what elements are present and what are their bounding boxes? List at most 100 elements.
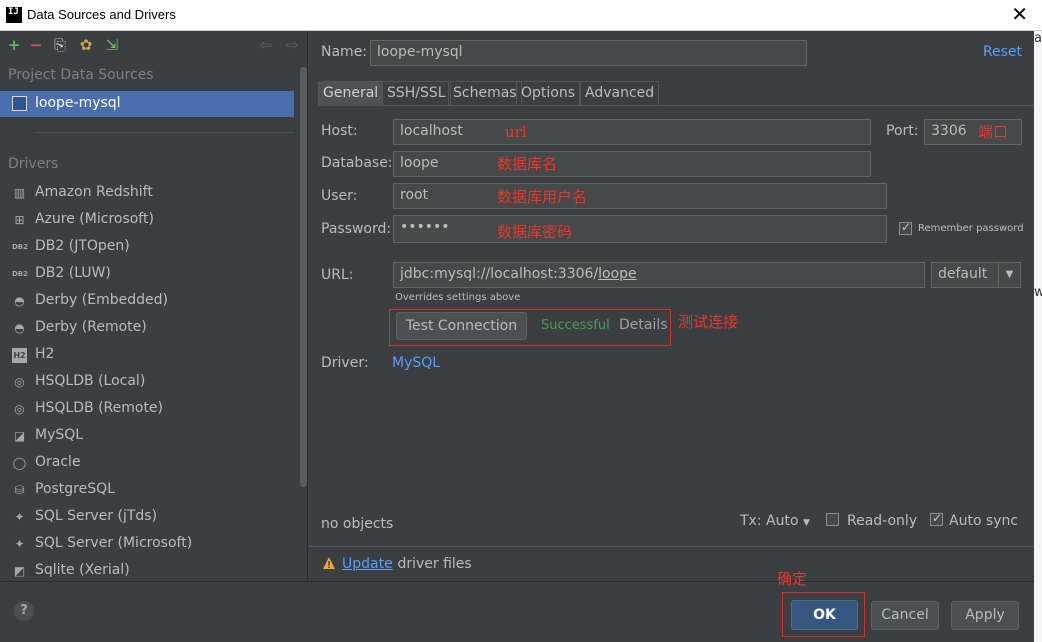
driver-label: Derby (Remote) (35, 319, 147, 335)
driver-item[interactable]: DB2 DB2 (LUW) (0, 261, 294, 288)
details-link[interactable]: Details (619, 317, 668, 333)
update-link[interactable]: Update (342, 556, 393, 572)
url-mode-select[interactable]: default ▼ (931, 262, 1021, 288)
host-input[interactable]: localhost (393, 119, 871, 145)
test-connection-button[interactable]: Test Connection (396, 312, 527, 340)
name-input[interactable]: loope-mysql (370, 40, 807, 66)
driver-icon: ✦ (14, 537, 25, 551)
driver-icon: ◪ (13, 429, 26, 443)
driver-icon: ◓ (14, 321, 25, 335)
driver-item[interactable]: ◯ Oracle (0, 450, 294, 477)
auto-sync-label: Auto sync (949, 513, 1019, 529)
driver-item[interactable]: ◓ Derby (Embedded) (0, 288, 294, 315)
title-bar: IJ Data Sources and Drivers ✕ (0, 0, 1042, 31)
ok-button[interactable]: OK (791, 600, 858, 630)
driver-label: Azure (Microsoft) (35, 211, 154, 227)
main-panel: Name: loope-mysql Reset General SSH/SSL … (309, 31, 1034, 581)
driver-item[interactable]: ⛁ PostgreSQL (0, 477, 294, 504)
driver-icon: H2 (12, 348, 27, 363)
driver-label: DB2 (LUW) (35, 265, 111, 281)
host-label: Host: (321, 123, 358, 139)
dialog-footer: ? 确定 OK Cancel Apply (0, 570, 1034, 642)
datasource-item[interactable]: loope-mysql (0, 91, 294, 117)
check-icon: ✓ (901, 220, 912, 234)
driver-icon: ✦ (14, 510, 25, 524)
driver-label: Oracle (35, 454, 81, 470)
config-icon[interactable]: ✿ (78, 37, 94, 53)
driver-icon: ◎ (14, 402, 25, 416)
user-label: User: (321, 188, 358, 204)
driver-label: SQL Server (jTds) (35, 508, 158, 524)
database-input[interactable]: loope (393, 151, 871, 177)
tx-mode-dropdown[interactable]: Tx: Auto ▼ (740, 513, 810, 529)
driver-icon: DB2 (12, 243, 29, 251)
host-annotation: url (505, 123, 527, 141)
driver-item[interactable]: ◓ Derby (Remote) (0, 315, 294, 342)
warning-icon (322, 556, 336, 570)
driver-item[interactable]: ◪ MySQL (0, 423, 294, 450)
tab-bar: General SSH/SSL Schemas Options Advanced (318, 81, 1034, 106)
driver-field-label: Driver: (321, 355, 369, 371)
driver-item[interactable]: ◎ HSQLDB (Local) (0, 369, 294, 396)
reset-link[interactable]: Reset (983, 44, 1022, 60)
project-data-sources-header: Project Data Sources (8, 67, 154, 83)
driver-icon: ◓ (14, 294, 25, 308)
ok-annotation: 确定 (777, 570, 808, 588)
user-input[interactable]: root (393, 183, 887, 209)
import-icon[interactable]: ⇲ (104, 37, 120, 53)
tab-ssh-ssl[interactable]: SSH/SSL (382, 81, 451, 106)
read-only-checkbox[interactable] (826, 513, 839, 526)
database-label: Database: (321, 155, 393, 171)
driver-item[interactable]: DB2 DB2 (JTOpen) (0, 234, 294, 261)
driver-item[interactable]: ✦ SQL Server (Microsoft) (0, 531, 294, 558)
driver-icon: DB2 (12, 270, 29, 278)
cancel-button[interactable]: Cancel (871, 601, 939, 630)
add-icon[interactable]: + (6, 37, 22, 53)
driver-label: Sqlite (Xerial) (35, 562, 130, 578)
driver-icon: ◎ (14, 375, 25, 389)
url-prefix: jdbc:mysql://localhost:3306/ (400, 266, 599, 282)
auto-sync-checkbox[interactable]: ✓ (930, 511, 943, 526)
password-input[interactable]: •••••• (393, 215, 887, 243)
driver-item[interactable]: ◩ Sqlite (Xerial) (0, 558, 294, 581)
tab-options[interactable]: Options (516, 81, 581, 106)
tab-schemas[interactable]: Schemas (448, 81, 522, 106)
back-icon[interactable]: ⇦ (258, 37, 274, 53)
tab-general[interactable]: General (318, 81, 384, 106)
driver-label: MySQL (35, 427, 84, 443)
port-annotation: 端口 (978, 123, 1009, 141)
driver-item[interactable]: H2 H2 (0, 342, 294, 369)
check-icon: ✓ (932, 511, 943, 525)
driver-label: DB2 (JTOpen) (35, 238, 130, 254)
apply-button[interactable]: Apply (951, 601, 1019, 630)
driver-label: Derby (Embedded) (35, 292, 168, 308)
copy-icon[interactable]: ⎘ (52, 37, 68, 53)
remember-password-label: Remember password (918, 223, 1024, 234)
driver-link[interactable]: MySQL (392, 355, 440, 371)
drivers-header: Drivers (8, 156, 59, 172)
sidebar-scrollbar[interactable] (300, 67, 307, 487)
close-icon[interactable]: ✕ (1011, 2, 1028, 26)
driver-item[interactable]: ▥ Amazon Redshift (0, 180, 294, 207)
divider (36, 132, 294, 133)
tab-advanced[interactable]: Advanced (580, 81, 660, 106)
remember-password-checkbox[interactable]: ✓ (899, 220, 912, 235)
remove-icon[interactable]: − (28, 37, 44, 53)
driver-label: PostgreSQL (35, 481, 115, 497)
forward-icon[interactable]: ⇨ (284, 37, 300, 53)
overrides-note: Overrides settings above (395, 292, 521, 303)
driver-icon: ⊞ (14, 213, 25, 227)
driver-item[interactable]: ✦ SQL Server (jTds) (0, 504, 294, 531)
edge-char: a (1034, 31, 1042, 46)
url-label: URL: (321, 267, 354, 283)
user-annotation: 数据库用户名 (497, 188, 588, 206)
sidebar: + − ⎘ ✿ ⇲ ⇦ ⇨ Project Data Sources loope… (0, 31, 308, 581)
driver-item[interactable]: ◎ HSQLDB (Remote) (0, 396, 294, 423)
test-status: Successful (541, 318, 610, 333)
driver-label: H2 (35, 346, 55, 362)
help-icon[interactable]: ? (14, 601, 34, 621)
driver-item[interactable]: ⊞ Azure (Microsoft) (0, 207, 294, 234)
url-input[interactable]: jdbc:mysql://localhost:3306/loope (393, 262, 925, 288)
window-title: Data Sources and Drivers (27, 7, 176, 22)
tx-mode-label: Tx: Auto (740, 513, 799, 529)
